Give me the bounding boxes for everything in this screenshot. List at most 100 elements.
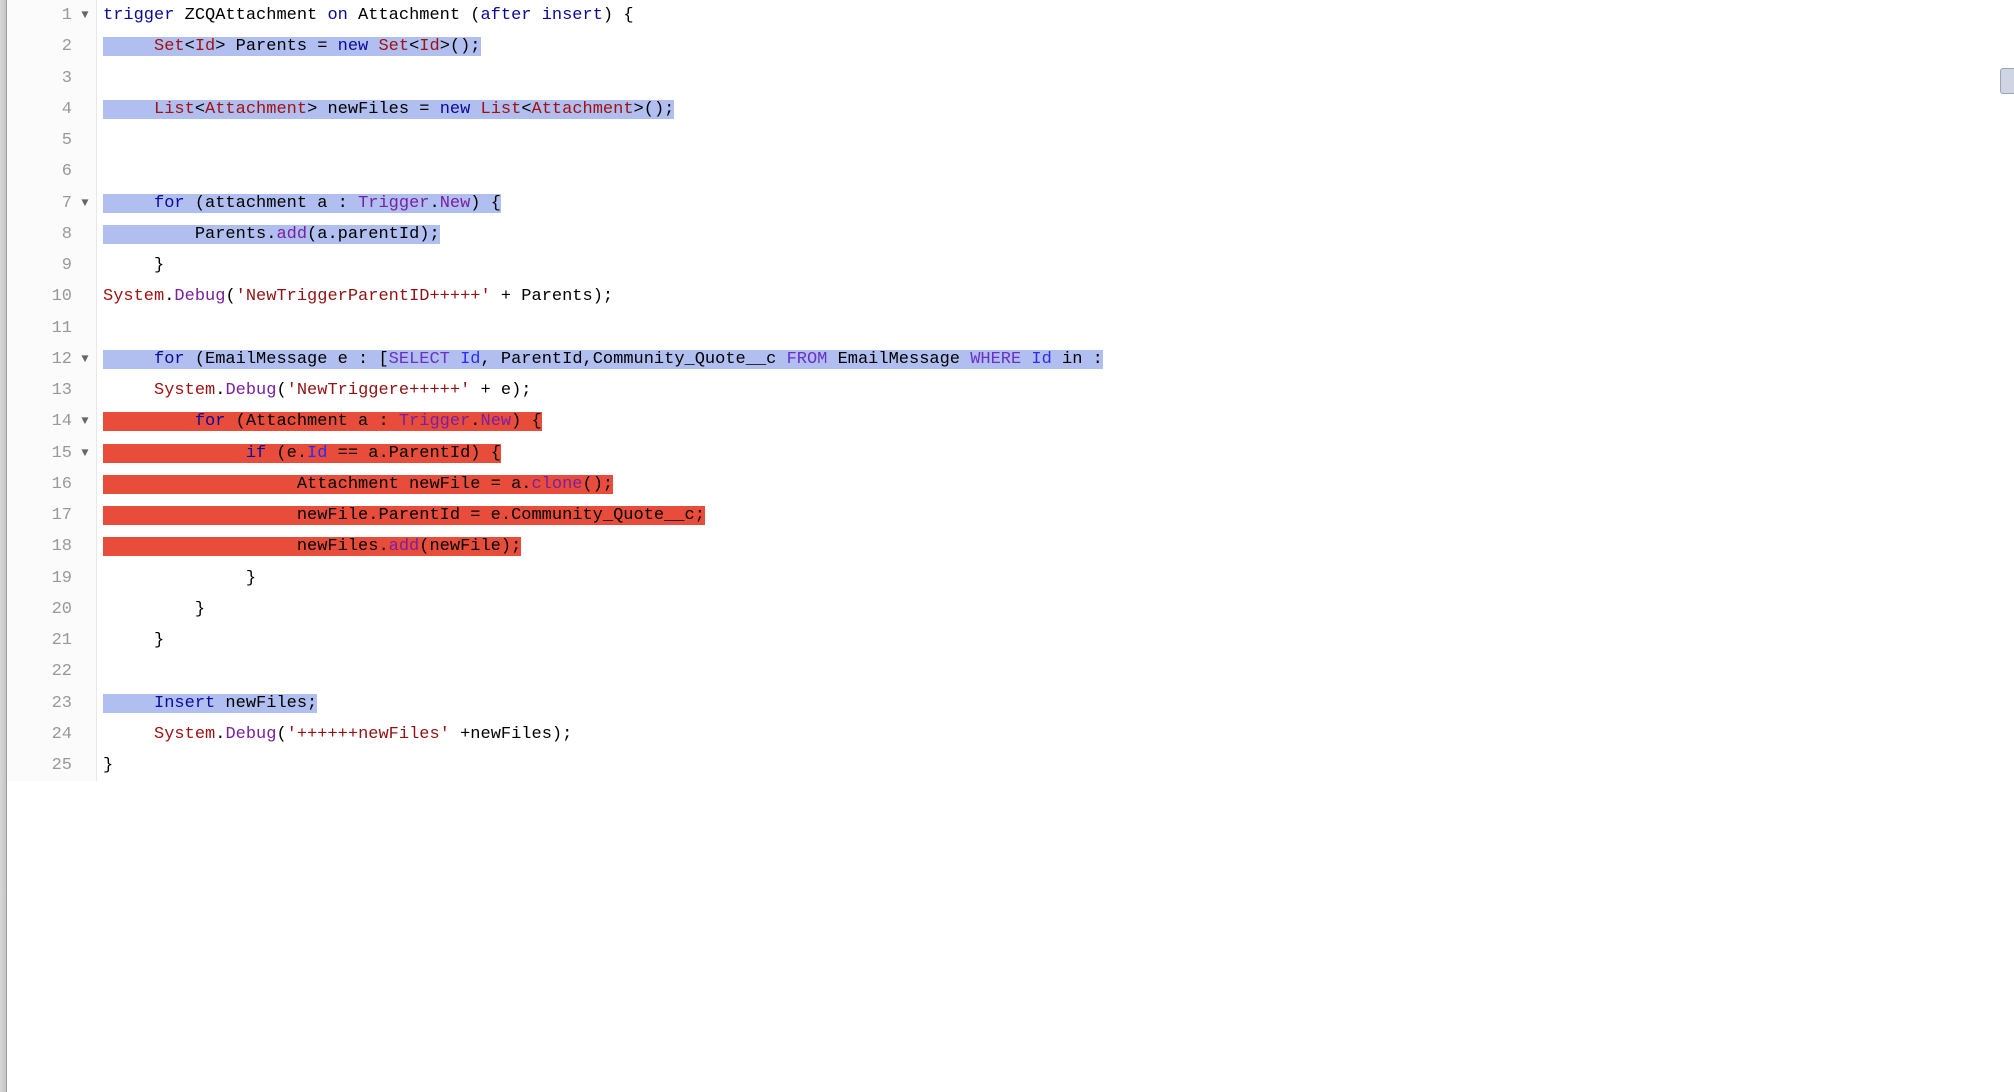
coverage-covered: Insert newFiles; — [103, 694, 317, 713]
line-number: 22 — [36, 656, 76, 687]
coverage-covered: List<Attachment> newFiles = new List<Att… — [103, 100, 674, 119]
token-keyword: new — [338, 37, 369, 56]
token-type: Id — [419, 37, 439, 56]
code-content[interactable]: newFile.ParentId = e.Community_Quote__c; — [97, 500, 2014, 531]
code-line[interactable]: 18 newFiles.add(newFile); — [7, 531, 2014, 562]
coverage-covered: Set<Id> Parents = new Set<Id>(); — [103, 37, 481, 56]
code-line[interactable]: 11 — [7, 313, 2014, 344]
code-content[interactable]: List<Attachment> newFiles = new List<Att… — [97, 94, 2014, 125]
code-line[interactable]: 24 System.Debug('++++++newFiles' +newFil… — [7, 719, 2014, 750]
code-content[interactable]: System.Debug('NewTriggerParentID+++++' +… — [97, 281, 2014, 312]
code-content[interactable] — [97, 63, 2014, 94]
code-content[interactable]: } — [97, 594, 2014, 625]
code-content[interactable] — [97, 156, 2014, 187]
code-line[interactable]: 12 ▼ for (EmailMessage e : [SELECT Id, P… — [7, 344, 2014, 375]
token: Attachment newFile = a. — [103, 475, 531, 494]
token-sql: FROM — [787, 350, 828, 369]
fold-toggle-icon[interactable]: ▼ — [76, 438, 94, 469]
token: < — [409, 37, 419, 56]
code-content[interactable]: trigger ZCQAttachment on Attachment (aft… — [97, 0, 2014, 31]
code-line[interactable]: 21 } — [7, 625, 2014, 656]
code-content[interactable]: } — [97, 750, 2014, 781]
code-content[interactable]: System.Debug('++++++newFiles' +newFiles)… — [97, 719, 2014, 750]
fold-toggle-icon[interactable]: ▼ — [76, 188, 94, 219]
token-sql: WHERE — [970, 350, 1021, 369]
code-line[interactable]: 1 ▼ trigger ZCQAttachment on Attachment … — [7, 0, 2014, 31]
token: + Parents); — [491, 287, 613, 306]
code-line[interactable]: 10 System.Debug('NewTriggerParentID+++++… — [7, 281, 2014, 312]
token: (); — [583, 475, 614, 494]
token-method: Debug — [225, 725, 276, 744]
code-content[interactable] — [97, 313, 2014, 344]
token: + e); — [470, 381, 531, 400]
fold-toggle-icon[interactable]: ▼ — [76, 406, 94, 437]
line-number: 21 — [36, 625, 76, 656]
line-number: 24 — [36, 719, 76, 750]
code-content[interactable]: } — [97, 250, 2014, 281]
code-content[interactable] — [97, 125, 2014, 156]
token: } — [103, 631, 164, 650]
gutter: 9 — [7, 250, 97, 281]
fold-toggle-icon[interactable]: ▼ — [76, 344, 94, 375]
code-line[interactable]: 23 Insert newFiles; — [7, 688, 2014, 719]
code-line[interactable]: 8 Parents.add(a.parentId); — [7, 219, 2014, 250]
code-line[interactable]: 9 } — [7, 250, 2014, 281]
token-type: Set — [368, 37, 409, 56]
token-prop: Id — [1031, 350, 1051, 369]
code-editor[interactable]: 1 ▼ trigger ZCQAttachment on Attachment … — [7, 0, 2014, 1092]
scroll-indicator-icon[interactable] — [2000, 68, 2014, 94]
token-type: List — [154, 100, 195, 119]
code-line[interactable]: 22 — [7, 656, 2014, 687]
token-method: add — [389, 537, 420, 556]
code-line[interactable]: 7 ▼ for (attachment a : Trigger.New) { — [7, 188, 2014, 219]
gutter: 19 — [7, 563, 97, 594]
code-content[interactable]: for (EmailMessage e : [SELECT Id, Parent… — [97, 344, 2014, 375]
token-keyword: after — [480, 6, 531, 25]
token — [103, 100, 154, 119]
token-prop: New — [481, 412, 512, 431]
token: (attachment a : — [185, 194, 358, 213]
line-number: 14 — [36, 406, 76, 437]
code-content[interactable]: newFiles.add(newFile); — [97, 531, 2014, 562]
code-line[interactable]: 6 — [7, 156, 2014, 187]
fold-toggle-icon[interactable]: ▼ — [76, 0, 94, 31]
code-content[interactable]: } — [97, 563, 2014, 594]
code-line[interactable]: 25 } — [7, 750, 2014, 781]
code-line[interactable]: 13 System.Debug('NewTriggere+++++' + e); — [7, 375, 2014, 406]
code-content[interactable]: } — [97, 625, 2014, 656]
code-content[interactable]: if (e.Id == a.ParentId) { — [97, 438, 2014, 469]
code-line[interactable]: 14 ▼ for (Attachment a : Trigger.New) { — [7, 406, 2014, 437]
code-content[interactable]: Set<Id> Parents = new Set<Id>(); — [97, 31, 2014, 62]
code-content[interactable]: Attachment newFile = a.clone(); — [97, 469, 2014, 500]
code-line[interactable]: 20 } — [7, 594, 2014, 625]
gutter: 17 — [7, 500, 97, 531]
token: in : — [1052, 350, 1103, 369]
line-number: 8 — [36, 219, 76, 250]
code-content[interactable]: System.Debug('NewTriggere+++++' + e); — [97, 375, 2014, 406]
gutter: 4 — [7, 94, 97, 125]
line-number: 1 — [36, 0, 76, 31]
code-line[interactable]: 16 Attachment newFile = a.clone(); — [7, 469, 2014, 500]
code-line[interactable]: 17 newFile.ParentId = e.Community_Quote_… — [7, 500, 2014, 531]
code-line[interactable]: 19 } — [7, 563, 2014, 594]
code-line[interactable]: 15 ▼ if (e.Id == a.ParentId) { — [7, 438, 2014, 469]
code-content[interactable]: Insert newFiles; — [97, 688, 2014, 719]
line-number: 10 — [36, 281, 76, 312]
token: < — [195, 100, 205, 119]
code-content[interactable]: Parents.add(a.parentId); — [97, 219, 2014, 250]
token: ( — [276, 381, 286, 400]
token-string: '++++++newFiles' — [287, 725, 450, 744]
code-line[interactable]: 5 — [7, 125, 2014, 156]
gutter: 1 ▼ — [7, 0, 97, 31]
code-content[interactable]: for (attachment a : Trigger.New) { — [97, 188, 2014, 219]
token — [1021, 350, 1031, 369]
code-line[interactable]: 2 Set<Id> Parents = new Set<Id>(); — [7, 31, 2014, 62]
gutter: 24 — [7, 719, 97, 750]
token-prop: Id — [460, 350, 480, 369]
code-line[interactable]: 3 — [7, 63, 2014, 94]
code-content[interactable] — [97, 656, 2014, 687]
code-content[interactable]: for (Attachment a : Trigger.New) { — [97, 406, 2014, 437]
token: ParentId — [389, 444, 471, 463]
code-line[interactable]: 4 List<Attachment> newFiles = new List<A… — [7, 94, 2014, 125]
line-number: 12 — [36, 344, 76, 375]
